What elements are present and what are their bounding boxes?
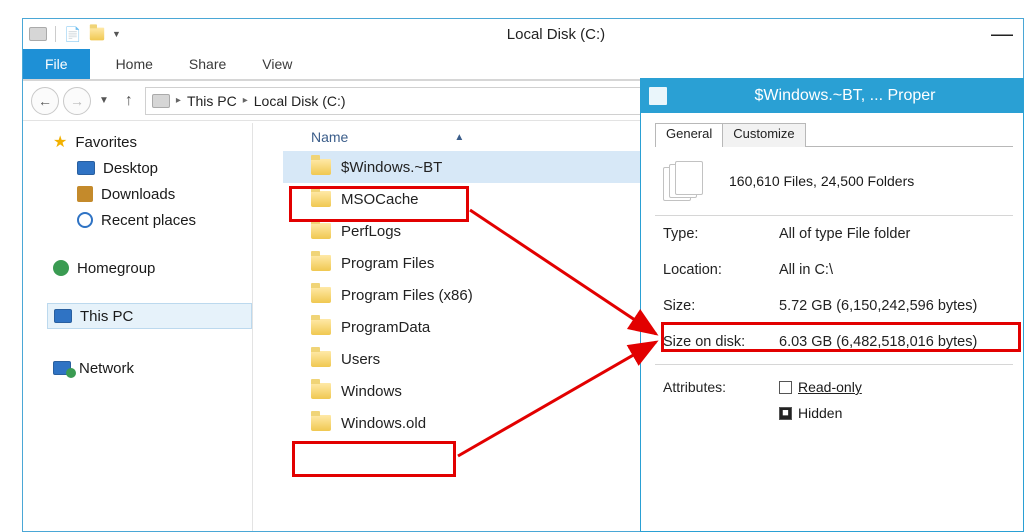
minimize-button[interactable]: — <box>991 21 1013 47</box>
prop-row-location: Location: All in C:\ <box>655 252 1013 288</box>
folder-icon <box>311 351 331 367</box>
quick-access-new-icon[interactable]: 📄 <box>64 25 82 43</box>
checkbox-icon: ■ <box>779 407 792 420</box>
sidebar-item-label: Downloads <box>101 186 175 203</box>
folder-icon <box>311 287 331 303</box>
sort-indicator-icon: ▲ <box>454 132 464 143</box>
sidebar-item-network[interactable]: Network <box>47 355 252 381</box>
properties-window: $Windows.~BT, ... Proper General Customi… <box>640 78 1024 532</box>
separator <box>55 26 56 42</box>
desktop-icon <box>77 161 95 175</box>
forward-button[interactable]: → <box>63 87 91 115</box>
sidebar-item-label: Homegroup <box>77 260 155 277</box>
file-name: MSOCache <box>341 191 419 208</box>
folder-icon <box>311 255 331 271</box>
star-icon: ★ <box>53 132 67 152</box>
prop-size-value: 5.72 GB (6,150,242,596 bytes) <box>779 298 1013 314</box>
sidebar-item-thispc[interactable]: This PC <box>47 303 252 329</box>
sidebar-item-label: Desktop <box>103 160 158 177</box>
file-name: Windows <box>341 383 402 400</box>
files-stack-icon <box>663 161 703 201</box>
folder-icon <box>311 223 331 239</box>
prop-attributes-label: Attributes: <box>663 379 779 421</box>
file-name: Program Files <box>341 255 434 272</box>
history-dropdown-icon[interactable]: ▼ <box>95 95 113 106</box>
folder-icon <box>311 159 331 175</box>
drive-icon <box>29 25 47 43</box>
sidebar-item-downloads[interactable]: Downloads <box>71 181 252 207</box>
file-name: PerfLogs <box>341 223 401 240</box>
file-name: Program Files (x86) <box>341 287 473 304</box>
network-icon <box>53 361 71 375</box>
sidebar-item-label: Favorites <box>75 134 137 151</box>
file-name: Users <box>341 351 380 368</box>
up-button[interactable]: ↑ <box>117 92 141 110</box>
sidebar-item-homegroup[interactable]: Homegroup <box>47 255 252 281</box>
tab-view[interactable]: View <box>244 49 310 79</box>
homegroup-icon <box>53 260 69 276</box>
checkbox-readonly[interactable]: Read-only <box>779 379 862 395</box>
sidebar-item-label: Recent places <box>101 212 196 229</box>
back-button[interactable]: ← <box>31 87 59 115</box>
tab-home[interactable]: Home <box>98 49 171 79</box>
prop-row-size: Size: 5.72 GB (6,150,242,596 bytes) <box>655 288 1013 324</box>
breadcrumb-localdisk[interactable]: Local Disk (C:) <box>254 93 346 109</box>
tab-share[interactable]: Share <box>171 49 244 79</box>
file-name: Windows.old <box>341 415 426 432</box>
properties-title: $Windows.~BT, ... Proper <box>675 87 1015 105</box>
sidebar-item-recent[interactable]: Recent places <box>71 207 252 233</box>
breadcrumb-thispc[interactable]: This PC▸ <box>187 93 250 109</box>
quick-access-folder-icon[interactable] <box>88 25 106 43</box>
prop-size-label: Size: <box>663 298 779 314</box>
breadcrumb-drive-icon[interactable]: ▸ <box>152 94 183 108</box>
sidebar-item-favorites[interactable]: ★ Favorites <box>47 129 252 155</box>
prop-sizeondisk-label: Size on disk: <box>663 334 779 350</box>
recent-icon <box>77 212 93 228</box>
prop-sizeondisk-value: 6.03 GB (6,482,518,016 bytes) <box>779 334 1013 350</box>
tab-file[interactable]: File <box>23 49 90 79</box>
properties-icon <box>649 87 667 105</box>
window-title: Local Disk (C:) <box>127 26 985 43</box>
prop-location-label: Location: <box>663 262 779 278</box>
folder-icon <box>311 383 331 399</box>
prop-type-value: All of type File folder <box>779 226 1013 242</box>
checkbox-icon <box>779 381 792 394</box>
downloads-icon <box>77 186 93 202</box>
thispc-icon <box>54 309 72 323</box>
checkbox-hidden[interactable]: ■ Hidden <box>779 405 862 421</box>
checkbox-label: Hidden <box>798 405 842 421</box>
tab-customize[interactable]: Customize <box>723 123 805 147</box>
sidebar-item-label: This PC <box>80 308 133 325</box>
properties-titlebar[interactable]: $Windows.~BT, ... Proper <box>641 79 1023 113</box>
sidebar-item-label: Network <box>79 360 134 377</box>
navigation-pane: ★ Favorites Desktop Downloads Recent pla… <box>23 123 253 531</box>
folder-icon <box>311 191 331 207</box>
tab-general[interactable]: General <box>655 123 723 147</box>
prop-row-attributes: Attributes: Read-only ■ Hidden <box>655 365 1013 425</box>
prop-row-sizeondisk: Size on disk: 6.03 GB (6,482,518,016 byt… <box>655 324 1013 360</box>
file-count-row: 160,610 Files, 24,500 Folders <box>655 157 1013 216</box>
ribbon-tabs: File Home Share View <box>23 49 1023 81</box>
prop-type-label: Type: <box>663 226 779 242</box>
file-count-value: 160,610 Files, 24,500 Folders <box>729 173 914 189</box>
column-header-name[interactable]: Name <box>311 129 348 145</box>
sidebar-item-desktop[interactable]: Desktop <box>71 155 252 181</box>
file-name: ProgramData <box>341 319 430 336</box>
folder-icon <box>311 415 331 431</box>
prop-location-value: All in C:\ <box>779 262 1013 278</box>
checkbox-label: Read-only <box>798 379 862 395</box>
titlebar[interactable]: 📄 ▼ Local Disk (C:) — <box>23 19 1023 49</box>
prop-row-type: Type: All of type File folder <box>655 216 1013 252</box>
folder-icon <box>311 319 331 335</box>
properties-body: General Customize 160,610 Files, 24,500 … <box>641 113 1023 425</box>
quick-access-dropdown-icon[interactable]: ▼ <box>112 29 121 39</box>
file-name: $Windows.~BT <box>341 159 442 176</box>
